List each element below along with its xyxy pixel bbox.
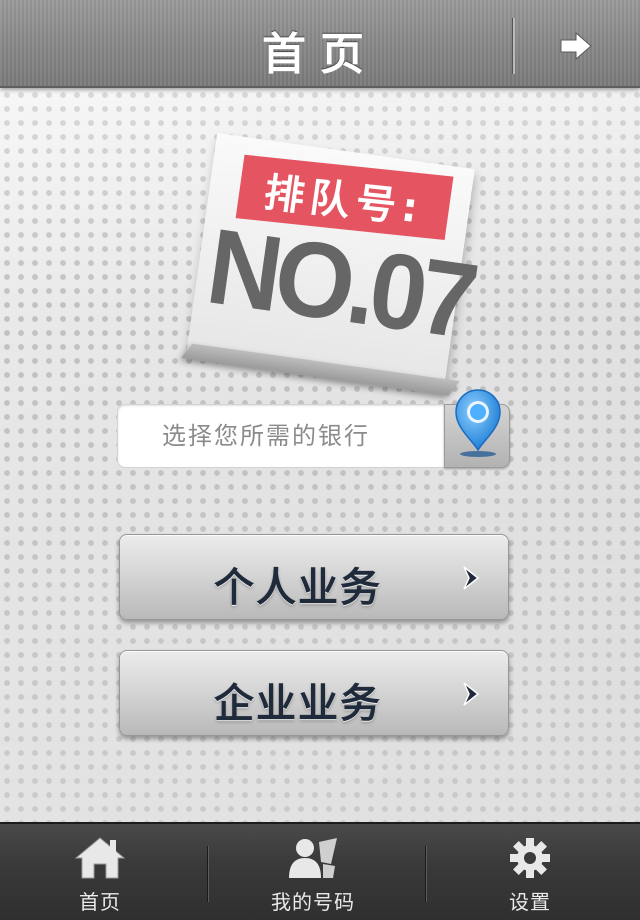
tab-home[interactable]: 首页 <box>0 824 200 920</box>
chevron-right-icon <box>463 682 480 706</box>
location-pin-icon <box>455 389 501 457</box>
tab-my-number-label: 我的号码 <box>271 890 355 914</box>
bank-select-input[interactable] <box>117 404 447 468</box>
next-button[interactable] <box>540 22 612 70</box>
tab-divider <box>425 846 427 902</box>
tab-my-number[interactable]: 我的号码 <box>213 824 413 920</box>
home-icon <box>74 837 126 879</box>
enterprise-business-label: 企业业务 <box>214 681 382 727</box>
enterprise-business-button[interactable]: 企业业务 <box>119 650 509 736</box>
tab-bar: 首页 我的号码 设置 <box>0 822 640 920</box>
header-divider <box>512 18 515 74</box>
chevron-right-icon <box>463 566 480 590</box>
queue-ticket-illustration: 排队号: NO.07 <box>180 133 479 397</box>
personal-business-label: 个人业务 <box>214 565 382 611</box>
tab-home-label: 首页 <box>79 890 121 914</box>
nav-header: 首页 <box>0 0 640 88</box>
tab-divider <box>207 846 209 902</box>
personal-business-button[interactable]: 个人业务 <box>119 534 509 620</box>
tab-settings[interactable]: 设置 <box>430 824 630 920</box>
gear-icon <box>510 838 550 878</box>
users-icon <box>289 838 337 878</box>
tab-settings-label: 设置 <box>509 890 551 914</box>
arrow-right-icon <box>560 31 592 61</box>
